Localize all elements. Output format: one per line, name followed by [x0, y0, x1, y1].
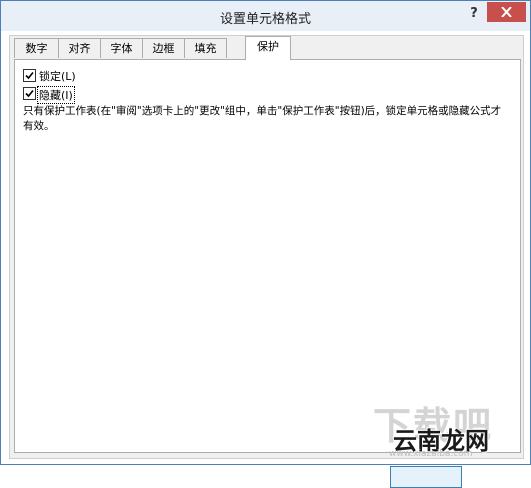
- format-cells-dialog: 设置单元格格式 ? 数字 对齐 字体 边框 填充 保护 锁定(L) 隐藏(I) …: [0, 0, 531, 488]
- watermark-url: www.xiazaiba.com: [389, 449, 473, 459]
- dialog-title: 设置单元格格式: [219, 12, 311, 27]
- hidden-checkbox[interactable]: [23, 87, 36, 100]
- close-button[interactable]: [487, 2, 526, 22]
- close-icon: [501, 7, 512, 17]
- checkmark-icon: [25, 71, 34, 80]
- hidden-label[interactable]: 隐藏(I): [37, 86, 75, 104]
- tab-number[interactable]: 数字: [14, 38, 59, 58]
- locked-label[interactable]: 锁定(L): [39, 68, 76, 84]
- help-button[interactable]: ?: [467, 6, 481, 22]
- protection-description: 只有保护工作表(在"审阅"选项卡上的"更改"组中，单击"保护工作表"按钮)后，锁…: [23, 105, 502, 132]
- checkmark-icon: [25, 89, 34, 98]
- locked-checkbox[interactable]: [23, 69, 36, 82]
- title-bar: 设置单元格格式 ?: [1, 1, 530, 31]
- tab-alignment[interactable]: 对齐: [58, 38, 101, 58]
- protection-panel: 锁定(L) 隐藏(I) 只有保护工作表(在"审阅"选项卡上的"更改"组中，单击"…: [14, 59, 521, 453]
- ok-button[interactable]: [390, 466, 462, 488]
- tab-border[interactable]: 边框: [142, 38, 185, 58]
- tab-fill[interactable]: 填充: [184, 38, 227, 58]
- tab-font[interactable]: 字体: [100, 38, 143, 58]
- tab-protection[interactable]: 保护: [245, 36, 291, 60]
